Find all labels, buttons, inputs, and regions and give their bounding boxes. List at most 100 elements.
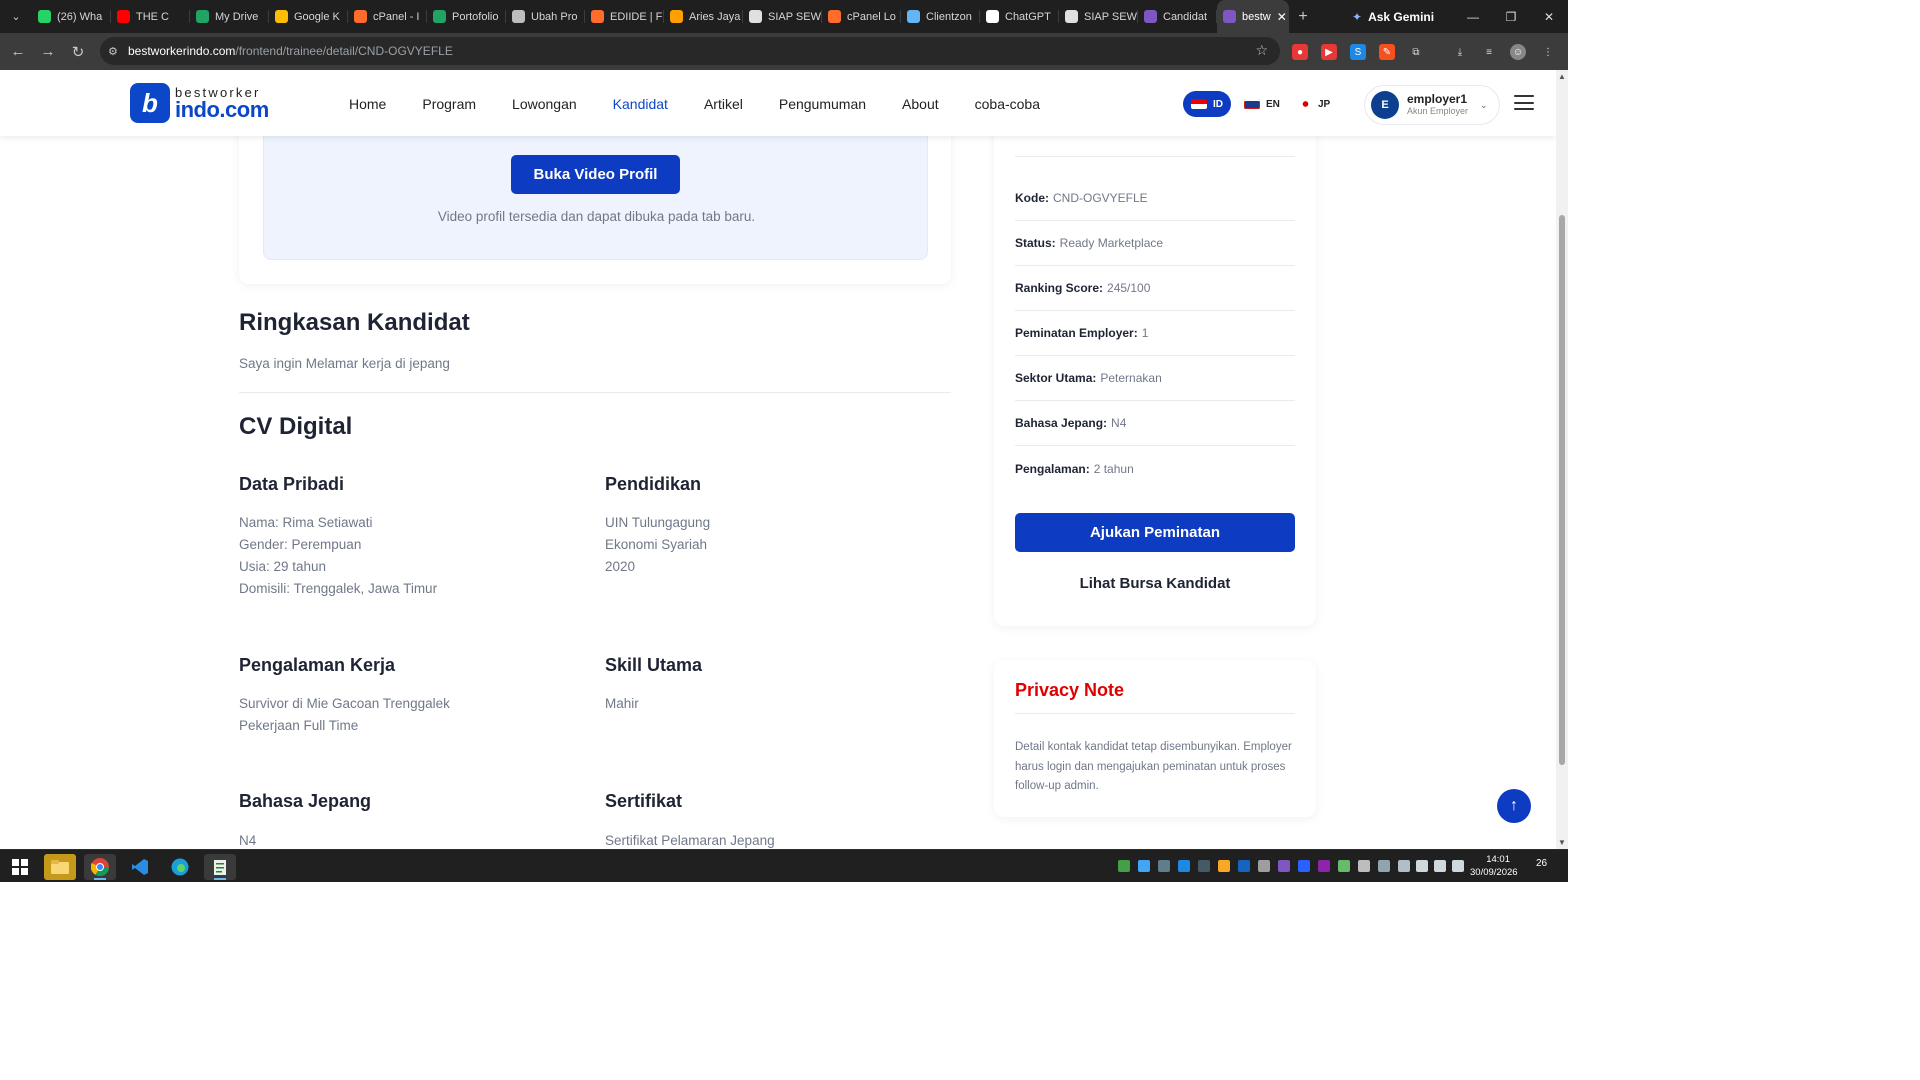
nav-link-kandidat[interactable]: Kandidat <box>613 96 668 112</box>
browser-tab[interactable]: My Drive <box>190 0 269 33</box>
nav-link-about[interactable]: About <box>902 96 939 112</box>
extension-icon-3[interactable]: S <box>1350 44 1366 60</box>
browser-tab[interactable]: THE C <box>111 0 190 33</box>
windows-start-icon[interactable] <box>4 854 36 880</box>
browser-tab[interactable]: SIAP SEW <box>743 0 822 33</box>
experience-line-2: Pekerjaan Full Time <box>239 718 359 733</box>
notification-center-icon[interactable]: 26 <box>1536 858 1547 869</box>
detail-value: Peternakan <box>1100 371 1162 385</box>
tab-label: My Drive <box>215 10 259 23</box>
nav-link-pengumuman[interactable]: Pengumuman <box>779 96 866 112</box>
tray-app-icon-12[interactable] <box>1338 860 1350 872</box>
scroll-to-top-button[interactable]: ↑ <box>1497 789 1531 823</box>
lang-id-button[interactable]: ID <box>1183 91 1231 117</box>
browser-tab[interactable]: (26) Wha <box>32 0 111 33</box>
tray-app-icon-6[interactable] <box>1218 860 1230 872</box>
file-explorer-icon[interactable] <box>44 854 76 880</box>
profile-icon[interactable]: ☺ <box>1510 44 1526 60</box>
nav-link-artikel[interactable]: Artikel <box>704 96 743 112</box>
chrome-icon[interactable] <box>84 854 116 880</box>
tray-app-icon-4[interactable] <box>1178 860 1190 872</box>
education-block: UIN Tulungagung Ekonomi Syariah 2020 <box>605 512 710 578</box>
url-host: bestworkerindo.com <box>128 44 236 58</box>
japanese-title: Bahasa Jepang <box>239 791 372 811</box>
lang-jp-button[interactable]: JP <box>1291 91 1338 117</box>
tray-app-icon-3[interactable] <box>1158 860 1170 872</box>
extension-icon-4[interactable]: ✎ <box>1379 44 1395 60</box>
site-info-icon[interactable]: ⚙ <box>108 45 128 58</box>
tray-app-icon-7[interactable] <box>1238 860 1250 872</box>
nav-link-program[interactable]: Program <box>422 96 476 112</box>
submit-interest-button[interactable]: Ajukan Peminatan <box>1015 513 1295 552</box>
browse-candidates-link[interactable]: Lihat Bursa Kandidat <box>1015 575 1295 592</box>
browser-tab[interactable]: Ubah Pro <box>506 0 585 33</box>
download-icon[interactable]: ⤓ <box>1452 44 1468 60</box>
hamburger-menu-icon[interactable] <box>1514 95 1534 110</box>
extension-icon-1[interactable]: ● <box>1292 44 1308 60</box>
lang-en-button[interactable]: EN <box>1236 91 1288 117</box>
notepad-app-icon[interactable] <box>204 854 236 880</box>
nav-link-coba-coba[interactable]: coba-coba <box>975 96 1040 112</box>
browser-tab[interactable]: SIAP SEW <box>1059 0 1138 33</box>
tray-app-icon-14[interactable] <box>1378 860 1390 872</box>
browser-tab[interactable]: cPanel Lo <box>822 0 901 33</box>
browser-tab[interactable]: ChatGPT <box>980 0 1059 33</box>
extension-icon-2[interactable]: ▶ <box>1321 44 1337 60</box>
open-video-profile-button[interactable]: Buka Video Profil <box>511 155 680 194</box>
tab-label: Ubah Pro <box>531 10 578 23</box>
browser-menu-icon[interactable]: ⋮ <box>1540 44 1556 60</box>
tray-app-icon-13[interactable] <box>1358 860 1370 872</box>
tray-app-icon-8[interactable] <box>1258 860 1270 872</box>
close-tab-icon[interactable]: ✕ <box>1277 10 1287 24</box>
tray-app-icon-2[interactable] <box>1138 860 1150 872</box>
media-control-icon[interactable]: ≡ <box>1481 44 1497 60</box>
scroll-down-arrow-icon[interactable]: ▼ <box>1558 838 1566 847</box>
tray-app-icon-11[interactable] <box>1318 860 1330 872</box>
reload-icon[interactable]: ↻ <box>63 33 93 70</box>
back-icon[interactable]: ← <box>3 33 33 70</box>
browser-tab[interactable]: EDIIDE | F <box>585 0 664 33</box>
scrollbar-thumb[interactable] <box>1559 215 1565 765</box>
browser-tab[interactable]: Candidat <box>1138 0 1217 33</box>
tab-search-icon[interactable]: ⌄ <box>0 0 32 33</box>
edge-icon[interactable] <box>164 854 196 880</box>
tray-app-icon-10[interactable] <box>1298 860 1310 872</box>
detail-label: Bahasa Jepang: <box>1015 416 1108 430</box>
detail-value: N4 <box>1111 416 1127 430</box>
browser-tab[interactable]: Aries Jaya <box>664 0 743 33</box>
tray-app-icon-1[interactable] <box>1118 860 1130 872</box>
scroll-up-arrow-icon[interactable]: ▲ <box>1558 72 1566 81</box>
tray-app-icon-9[interactable] <box>1278 860 1290 872</box>
close-window-icon[interactable]: ✕ <box>1530 0 1568 33</box>
extensions-puzzle-icon[interactable]: ⧉ <box>1408 44 1424 60</box>
browser-tab[interactable]: Portofolio <box>427 0 506 33</box>
browser-tab[interactable]: cPanel - I <box>348 0 427 33</box>
bookmark-star-icon[interactable]: ☆ <box>1255 42 1268 59</box>
address-bar[interactable]: ⚙ bestworkerindo.com/frontend/trainee/de… <box>100 37 1280 65</box>
browser-tab[interactable]: Clientzon <box>901 0 980 33</box>
battery-icon[interactable] <box>1452 860 1464 872</box>
network-icon[interactable] <box>1416 860 1428 872</box>
tab-active[interactable]: bestw ✕ <box>1217 0 1289 33</box>
account-dropdown[interactable]: E employer1 Akun Employer ⌄ <box>1364 85 1500 125</box>
vscode-icon[interactable] <box>124 854 156 880</box>
page-scrollbar[interactable]: ▲ ▼ <box>1556 70 1568 849</box>
personal-data-block: Nama: Rima Setiawati Gender: Perempuan U… <box>239 512 437 600</box>
account-name: employer1 <box>1407 92 1468 107</box>
tab-label: SIAP SEW <box>1084 10 1137 23</box>
forward-icon[interactable]: → <box>33 33 63 70</box>
tab-favicon <box>1144 10 1157 23</box>
taskbar-clock[interactable]: 14:01 30/09/2026 <box>1470 853 1518 879</box>
nav-link-lowongan[interactable]: Lowongan <box>512 96 577 112</box>
browser-tab[interactable]: Google K <box>269 0 348 33</box>
site-logo[interactable]: b bestworker indo.com <box>130 83 269 123</box>
volume-icon[interactable] <box>1434 860 1446 872</box>
new-tab-button[interactable]: + <box>1289 8 1317 26</box>
tray-app-icon-15[interactable] <box>1398 860 1410 872</box>
japan-flag-icon <box>1299 99 1312 109</box>
nav-link-home[interactable]: Home <box>349 96 386 112</box>
minimize-icon[interactable]: — <box>1454 0 1492 33</box>
ask-gemini-button[interactable]: ✦ Ask Gemini <box>1352 0 1434 33</box>
restore-icon[interactable]: ❐ <box>1492 0 1530 33</box>
tray-app-icon-5[interactable] <box>1198 860 1210 872</box>
